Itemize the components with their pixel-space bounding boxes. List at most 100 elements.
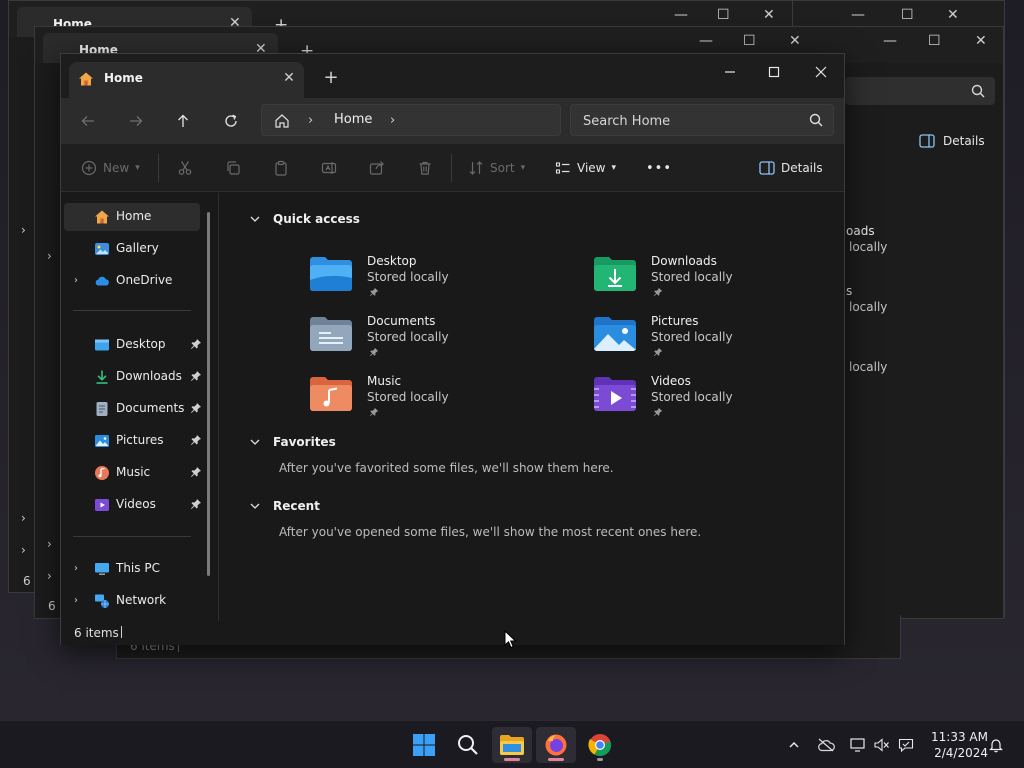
bg1-maximize-button[interactable]: ☐: [717, 7, 730, 23]
taskbar-firefox[interactable]: [536, 727, 576, 763]
new-button[interactable]: New ▾: [81, 156, 140, 180]
view-button[interactable]: View ▾: [555, 156, 616, 180]
new-tab-button[interactable]: +: [319, 66, 343, 90]
sidebar-item-network[interactable]: › Network: [64, 587, 200, 615]
cut-button[interactable]: [177, 156, 193, 180]
up-button[interactable]: [170, 108, 196, 134]
sidebar-item-downloads[interactable]: Downloads: [64, 363, 202, 391]
sidebar-item-desktop[interactable]: Desktop: [64, 331, 202, 359]
quick-access-item[interactable]: Documents Stored locally: [309, 314, 509, 368]
sidebar-item-pictures[interactable]: Pictures: [64, 427, 202, 455]
paste-button[interactable]: [273, 156, 289, 180]
search-button[interactable]: [448, 727, 488, 763]
details-label: Details: [781, 161, 823, 175]
title-bar[interactable]: Home ✕ +: [61, 54, 844, 98]
refresh-button[interactable]: [218, 108, 244, 134]
sidebar-item-this-pc[interactable]: › This PC: [64, 555, 200, 583]
bg3-close-button[interactable]: ✕: [789, 33, 801, 49]
sort-button[interactable]: Sort ▾: [468, 156, 525, 180]
sidebar-item-gallery[interactable]: Gallery: [64, 235, 200, 263]
quick-access-item[interactable]: Videos Stored locally: [593, 374, 793, 428]
bg1-expand-3[interactable]: ›: [21, 543, 26, 557]
downloads-folder-icon: [594, 257, 636, 291]
chevron-right-icon[interactable]: ›: [74, 563, 78, 574]
chat-tray[interactable]: [896, 735, 916, 755]
network-tray[interactable]: [848, 735, 868, 755]
bg1-expand-1[interactable]: ›: [21, 223, 26, 237]
bg1-minimize-button[interactable]: —: [674, 7, 688, 23]
pin-icon[interactable]: [190, 370, 202, 382]
back-button[interactable]: [75, 108, 101, 134]
quick-access-item[interactable]: Music Stored locally: [309, 374, 509, 428]
bg1-expand-2[interactable]: ›: [21, 511, 26, 525]
onedrive-tray[interactable]: [816, 735, 836, 755]
rename-button[interactable]: [321, 156, 337, 180]
home-icon: [95, 210, 109, 224]
pin-icon[interactable]: [190, 466, 202, 478]
details-button[interactable]: Details: [759, 156, 823, 180]
address-bar[interactable]: › Home ›: [261, 104, 561, 136]
quick-access-header[interactable]: Quick access: [249, 212, 360, 226]
notifications-button[interactable]: [986, 735, 1006, 755]
sidebar-item-onedrive[interactable]: › OneDrive: [64, 267, 200, 295]
bg3-minimize-button[interactable]: —: [699, 33, 713, 49]
quick-access-item[interactable]: Downloads Stored locally: [593, 254, 793, 308]
sidebar-item-label: Home: [116, 209, 152, 223]
breadcrumb-chevron[interactable]: ›: [308, 113, 313, 128]
close-button[interactable]: [798, 58, 844, 86]
breadcrumb-chevron[interactable]: ›: [390, 113, 395, 128]
recent-header[interactable]: Recent: [249, 499, 320, 513]
bg3-maximize-button-2[interactable]: ☐: [928, 33, 941, 49]
bg2-minimize-button[interactable]: —: [851, 7, 865, 23]
sidebar-scrollbar[interactable]: [207, 212, 210, 576]
search-box[interactable]: [570, 104, 834, 136]
bg3-expand-1[interactable]: ›: [47, 249, 52, 263]
copy-button[interactable]: [225, 156, 241, 180]
sidebar-item-home[interactable]: Home: [64, 203, 200, 231]
forward-button[interactable]: [123, 108, 149, 134]
close-tab-icon[interactable]: ✕: [279, 68, 299, 88]
search-icon[interactable]: [809, 113, 823, 127]
chevron-right-icon[interactable]: ›: [74, 275, 78, 286]
pin-icon[interactable]: [190, 434, 202, 446]
bg2-close-button[interactable]: ✕: [947, 7, 959, 23]
share-button[interactable]: [369, 156, 385, 180]
file-explorer-window[interactable]: Home ✕ + › Home › Search Home New ▾ Sort…: [60, 53, 845, 645]
pin-icon[interactable]: [190, 338, 202, 350]
favorites-header[interactable]: Favorites: [249, 435, 336, 449]
chevron-right-icon[interactable]: ›: [74, 595, 78, 606]
favorites-empty-note: After you've favorited some files, we'll…: [279, 461, 614, 475]
show-hidden-icons-button[interactable]: [784, 735, 804, 755]
sidebar-item-documents[interactable]: Documents: [64, 395, 202, 423]
search-input[interactable]: [583, 111, 803, 131]
bg1-close-button[interactable]: ✕: [763, 7, 775, 23]
bg3-search-box[interactable]: [845, 77, 995, 105]
breadcrumb-home[interactable]: Home: [334, 112, 372, 127]
bg3-expand-2[interactable]: ›: [47, 537, 52, 551]
start-button[interactable]: [404, 727, 444, 763]
tab-home[interactable]: Home ✕: [69, 62, 304, 98]
pin-icon[interactable]: [190, 498, 202, 510]
item-subtitle: Stored locally: [367, 330, 449, 344]
bg3-minimize-button-2[interactable]: —: [883, 33, 897, 49]
quick-access-item[interactable]: Desktop Stored locally: [309, 254, 509, 308]
taskbar-file-explorer[interactable]: [492, 727, 532, 763]
sidebar-item-videos[interactable]: Videos: [64, 491, 202, 519]
bg2-maximize-button[interactable]: ☐: [901, 7, 914, 23]
bg3-close-button-2[interactable]: ✕: [975, 33, 987, 49]
bg3-details-button[interactable]: Details: [919, 134, 985, 148]
taskbar-chrome[interactable]: [580, 727, 620, 763]
delete-button[interactable]: [417, 156, 433, 180]
tab-title: Home: [104, 71, 143, 85]
more-options-button[interactable]: •••: [646, 156, 672, 180]
minimize-button[interactable]: [707, 58, 753, 86]
pin-icon[interactable]: [190, 402, 202, 414]
volume-tray[interactable]: [872, 735, 892, 755]
quick-access-item[interactable]: Pictures Stored locally: [593, 314, 793, 368]
maximize-button[interactable]: [751, 58, 797, 86]
clock[interactable]: 11:33 AM 2/4/2024: [922, 729, 988, 761]
bg3-maximize-button[interactable]: ☐: [743, 33, 756, 49]
pin-icon: [369, 347, 379, 357]
sidebar-item-music[interactable]: Music: [64, 459, 202, 487]
bg3-expand-3[interactable]: ›: [47, 569, 52, 583]
